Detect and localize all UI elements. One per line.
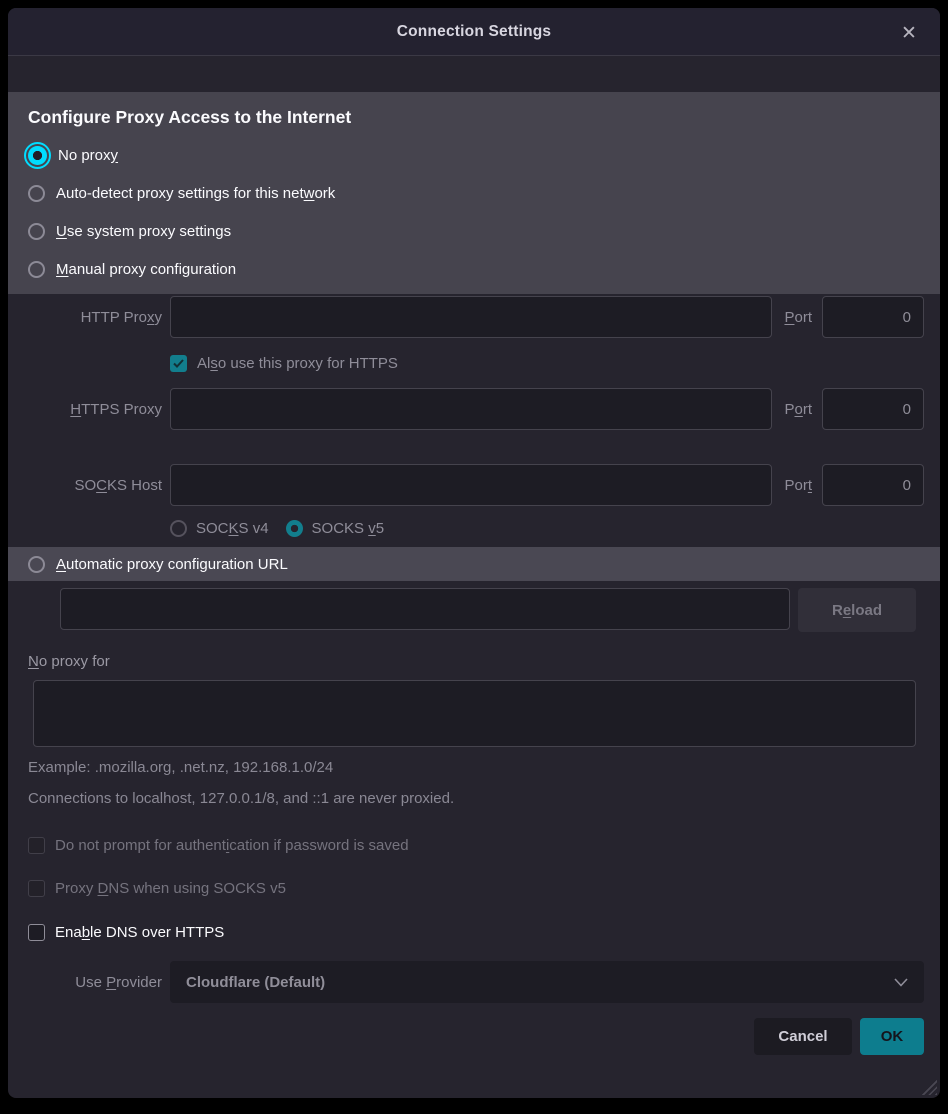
also-https-checkbox[interactable] — [170, 355, 187, 372]
no-prompt-auth-label: Do not prompt for authentication if pass… — [55, 837, 409, 854]
http-port-input[interactable] — [822, 296, 924, 338]
no-proxy-example-text: Example: .mozilla.org, .net.nz, 192.168.… — [28, 759, 920, 776]
socks-host-label: SOCKS Host — [24, 477, 162, 494]
pac-url-input[interactable] — [60, 588, 790, 630]
enable-doh-checkbox[interactable] — [28, 924, 45, 941]
radio-row-no-proxy[interactable]: No proxy — [28, 136, 920, 174]
socks-v4-label: SOCKS v4 — [196, 520, 269, 537]
dialog-titlebar: Connection Settings ✕ — [8, 8, 940, 56]
doh-provider-row: Use Provider Cloudflare (Default) — [8, 961, 940, 1003]
automatic-proxy-row[interactable]: Automatic proxy configuration URL — [8, 547, 940, 581]
dialog-title: Connection Settings — [397, 23, 552, 41]
proxy-dns-label: Proxy DNS when using SOCKS v5 — [55, 880, 286, 897]
chevron-down-icon — [894, 978, 908, 987]
also-https-row[interactable]: Also use this proxy for HTTPS — [162, 355, 924, 372]
https-proxy-label: HTTPS Proxy — [24, 401, 162, 418]
https-proxy-row: HTTPS Proxy Port — [24, 388, 924, 430]
socks-version-row: SOCKS v4 SOCKS v5 — [162, 520, 924, 537]
proxy-mode-group: Configure Proxy Access to the Internet N… — [8, 92, 940, 294]
enable-doh-row[interactable]: Enable DNS over HTTPS — [28, 924, 940, 941]
radio-socks-v4[interactable] — [170, 520, 187, 537]
radio-label-system-proxy: Use system proxy settings — [56, 223, 231, 240]
radio-socks-v5[interactable] — [286, 520, 303, 537]
ok-button[interactable]: OK — [860, 1018, 924, 1055]
socks-v5-label: SOCKS v5 — [312, 520, 385, 537]
proxy-dns-checkbox[interactable] — [28, 880, 45, 897]
localhost-note-text: Connections to localhost, 127.0.0.1/8, a… — [28, 790, 920, 807]
no-proxy-for-textarea[interactable] — [33, 680, 916, 747]
cancel-button[interactable]: Cancel — [754, 1018, 852, 1055]
also-https-label: Also use this proxy for HTTPS — [197, 355, 398, 372]
provider-select[interactable]: Cloudflare (Default) — [170, 961, 924, 1003]
checkmark-icon — [173, 359, 184, 368]
socks-host-row: SOCKS Host Port — [24, 464, 924, 506]
http-proxy-row: HTTP Proxy Port — [24, 296, 924, 338]
socks-port-label: Port — [784, 477, 812, 494]
resize-grip[interactable] — [921, 1079, 937, 1095]
radio-no-proxy[interactable] — [28, 146, 47, 165]
manual-proxy-section: HTTP Proxy Port Also use this proxy for … — [8, 296, 940, 537]
http-port-label: Port — [784, 309, 812, 326]
close-button[interactable]: ✕ — [896, 20, 922, 46]
no-prompt-auth-row[interactable]: Do not prompt for authentication if pass… — [28, 837, 940, 854]
radio-manual-proxy[interactable] — [28, 261, 45, 278]
enable-doh-label: Enable DNS over HTTPS — [55, 924, 224, 941]
radio-automatic-proxy[interactable] — [28, 556, 45, 573]
close-icon: ✕ — [901, 22, 917, 45]
section-heading: Configure Proxy Access to the Internet — [28, 107, 920, 128]
radio-auto-detect[interactable] — [28, 185, 45, 202]
https-proxy-input[interactable] — [170, 388, 772, 430]
radio-row-system-proxy[interactable]: Use system proxy settings — [28, 212, 920, 250]
dialog-footer: Cancel OK — [24, 1018, 924, 1055]
socks-port-input[interactable] — [822, 464, 924, 506]
radio-row-manual-proxy[interactable]: Manual proxy configuration — [28, 250, 920, 288]
socks-host-input[interactable] — [170, 464, 772, 506]
reload-button[interactable]: Reload — [798, 588, 916, 632]
radio-label-no-proxy: No proxy — [58, 147, 118, 164]
pac-url-row: Reload — [60, 588, 916, 632]
radio-label-manual-proxy: Manual proxy configuration — [56, 261, 236, 278]
use-provider-label: Use Provider — [24, 974, 162, 991]
http-proxy-label: HTTP Proxy — [24, 309, 162, 326]
radio-label-auto-detect: Auto-detect proxy settings for this netw… — [56, 185, 335, 202]
automatic-proxy-label: Automatic proxy configuration URL — [56, 556, 288, 573]
https-port-input[interactable] — [822, 388, 924, 430]
connection-settings-dialog: Connection Settings ✕ Configure Proxy Ac… — [8, 8, 940, 1098]
provider-selected-value: Cloudflare (Default) — [186, 974, 325, 991]
no-proxy-for-label: No proxy for — [28, 653, 940, 670]
no-prompt-auth-checkbox[interactable] — [28, 837, 45, 854]
radio-row-auto-detect[interactable]: Auto-detect proxy settings for this netw… — [28, 174, 920, 212]
radio-system-proxy[interactable] — [28, 223, 45, 240]
https-port-label: Port — [784, 401, 812, 418]
http-proxy-input[interactable] — [170, 296, 772, 338]
proxy-dns-row[interactable]: Proxy DNS when using SOCKS v5 — [28, 880, 940, 897]
